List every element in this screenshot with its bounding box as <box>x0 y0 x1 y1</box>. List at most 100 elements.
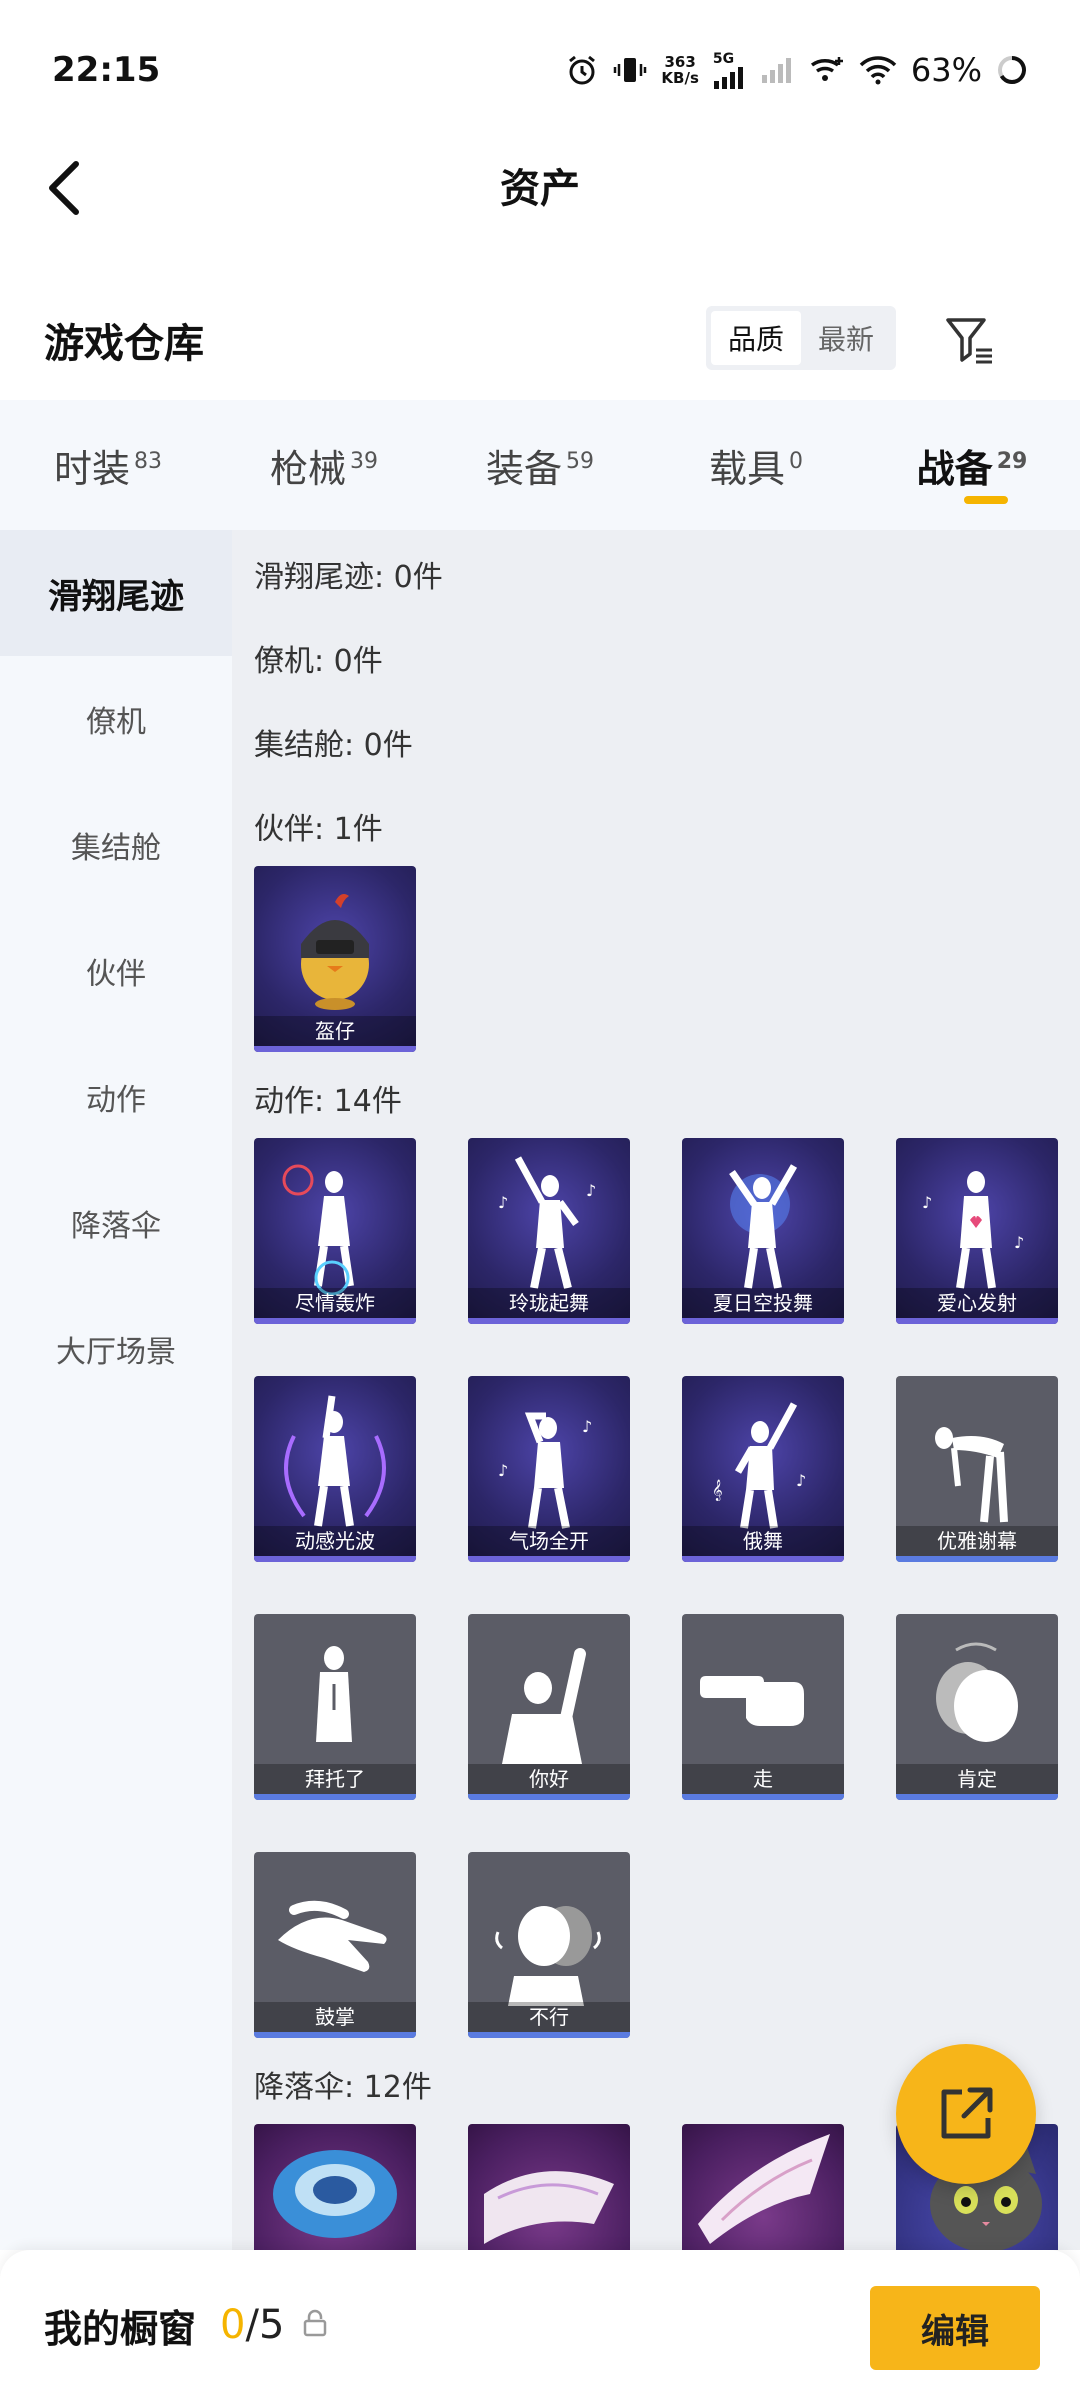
svg-text:♪: ♪ <box>586 1181 596 1200</box>
item-name: 尽情轰炸 <box>254 1288 416 1318</box>
filter-button[interactable] <box>940 310 1000 370</box>
rarity-bar <box>468 2032 630 2038</box>
item-card-parachute[interactable] <box>468 2124 630 2250</box>
item-card-emote[interactable]: 动感光波 <box>254 1376 416 1562</box>
warehouse-header: 游戏仓库 品质 最新 <box>0 290 1080 390</box>
sidebar-item-wingman[interactable]: 僚机 <box>0 656 232 782</box>
back-button[interactable] <box>34 158 94 218</box>
item-name: 俄舞 <box>682 1526 844 1556</box>
rarity-bar <box>682 1318 844 1324</box>
item-name: 不行 <box>468 2002 630 2032</box>
rarity-bar <box>254 2032 416 2038</box>
item-name: 你好 <box>468 1764 630 1794</box>
signal-weak-icon <box>761 57 795 83</box>
item-name: 鼓掌 <box>254 2002 416 2032</box>
tab-label: 时装 <box>53 446 130 491</box>
item-card-emote[interactable]: 走 <box>682 1614 844 1800</box>
tab-fashion[interactable]: 时装 83 <box>0 438 216 493</box>
showcase-bar: 我的橱窗 0/5 编辑 <box>0 2250 1080 2400</box>
tab-label: 装备 <box>485 446 562 491</box>
item-card-emote[interactable]: ♪ ♪ 爱心发射 <box>896 1138 1058 1324</box>
net-speed: 363 KB/s <box>661 54 698 86</box>
rarity-bar <box>682 1556 844 1562</box>
item-card-emote[interactable]: 你好 <box>468 1614 630 1800</box>
tab-label: 枪械 <box>269 446 346 491</box>
sidebar-item-rally-pod[interactable]: 集结舱 <box>0 782 232 908</box>
item-name: 盔仔 <box>254 1016 416 1046</box>
svg-text:♪: ♪ <box>922 1193 932 1212</box>
wifi-plus-icon <box>809 55 845 85</box>
tab-count: 0 <box>789 448 803 474</box>
share-button[interactable] <box>896 2044 1036 2184</box>
item-card-emote[interactable]: 𝄞 ♪ 俄舞 <box>682 1376 844 1562</box>
tab-count: 59 <box>566 448 594 474</box>
tab-count: 29 <box>996 448 1028 474</box>
item-card-emote[interactable]: 拜托了 <box>254 1614 416 1800</box>
section-label: 降落伞: 12件 <box>254 2070 432 2105</box>
sidebar-item-parachute[interactable]: 降落伞 <box>0 1160 232 1286</box>
svg-text:𝄞: 𝄞 <box>712 1480 723 1501</box>
tab-label: 战备 <box>916 446 993 491</box>
alarm-icon <box>565 53 599 87</box>
sort-quality-button[interactable]: 品质 <box>711 311 801 365</box>
item-card-emote[interactable]: 优雅谢幕 <box>896 1376 1058 1562</box>
item-card-emote[interactable]: ♪ ♪ 气场全开 <box>468 1376 630 1562</box>
warehouse-title: 游戏仓库 <box>44 321 204 367</box>
item-name: 夏日空投舞 <box>682 1288 844 1318</box>
edit-button[interactable]: 编辑 <box>870 2286 1040 2370</box>
sort-latest-button[interactable]: 最新 <box>801 311 891 365</box>
rarity-bar <box>254 1794 416 1800</box>
sort-toggle: 品质 最新 <box>706 306 896 370</box>
rarity-bar <box>254 1556 416 1562</box>
chevron-left-icon <box>49 161 79 215</box>
sidebar-item-partner[interactable]: 伙伴 <box>0 908 232 1034</box>
item-name: 优雅谢幕 <box>896 1526 1058 1556</box>
item-name: 拜托了 <box>254 1764 416 1794</box>
rarity-bar <box>896 1556 1058 1562</box>
item-card-emote[interactable]: 夏日空投舞 <box>682 1138 844 1324</box>
tab-vehicles[interactable]: 载具 0 <box>648 438 864 493</box>
tab-guns[interactable]: 枪械 39 <box>216 438 432 493</box>
vibrate-icon <box>613 53 647 87</box>
rarity-bar <box>682 1794 844 1800</box>
status-time: 22:15 <box>52 50 161 90</box>
section-label: 伙伴: 1件 <box>254 812 383 847</box>
lock-icon <box>302 2309 328 2341</box>
item-name: 气场全开 <box>468 1526 630 1556</box>
tab-battle-gear[interactable]: 战备 29 <box>864 438 1080 504</box>
battery-ring-icon <box>996 54 1028 86</box>
page-title: 资产 <box>500 166 580 212</box>
item-name: 玲珑起舞 <box>468 1288 630 1318</box>
rarity-bar <box>468 1318 630 1324</box>
tab-equipment[interactable]: 装备 59 <box>432 438 648 493</box>
item-card-emote[interactable]: 不行 <box>468 1852 630 2038</box>
svg-text:♪: ♪ <box>796 1471 806 1490</box>
rarity-bar <box>254 1318 416 1324</box>
rarity-bar <box>896 1318 1058 1324</box>
active-tab-indicator <box>964 495 1008 504</box>
sidebar: 滑翔尾迹 僚机 集结舱 伙伴 动作 降落伞 大厅场景 <box>0 530 232 2250</box>
item-name: 走 <box>682 1764 844 1794</box>
item-card-parachute[interactable] <box>682 2124 844 2250</box>
item-card-partner[interactable]: 盔仔 <box>254 866 416 1052</box>
section-label: 滑翔尾迹: 0件 <box>254 560 443 595</box>
parachute-icon <box>273 2150 397 2238</box>
item-card-emote[interactable]: 肯定 <box>896 1614 1058 1800</box>
rarity-bar <box>468 1556 630 1562</box>
tab-count: 83 <box>134 448 162 474</box>
sidebar-item-emote[interactable]: 动作 <box>0 1034 232 1160</box>
item-card-emote[interactable]: ♪ ♪ 玲珑起舞 <box>468 1138 630 1324</box>
share-external-icon <box>941 2087 993 2139</box>
item-card-parachute[interactable] <box>254 2124 416 2250</box>
wifi-icon <box>859 55 897 85</box>
tab-count: 39 <box>350 448 378 474</box>
sidebar-item-lobby-scene[interactable]: 大厅场景 <box>0 1286 232 1412</box>
filter-icon <box>946 318 992 364</box>
net-speed-unit: KB/s <box>661 69 699 87</box>
sidebar-item-glide-trail[interactable]: 滑翔尾迹 <box>0 530 232 656</box>
item-card-emote[interactable]: 尽情轰炸 <box>254 1138 416 1324</box>
status-bar: 22:15 363 KB/s 5G 63% <box>0 0 1080 140</box>
tab-label: 载具 <box>708 446 785 491</box>
svg-text:♪: ♪ <box>1014 1233 1024 1252</box>
item-card-emote[interactable]: 鼓掌 <box>254 1852 416 2038</box>
